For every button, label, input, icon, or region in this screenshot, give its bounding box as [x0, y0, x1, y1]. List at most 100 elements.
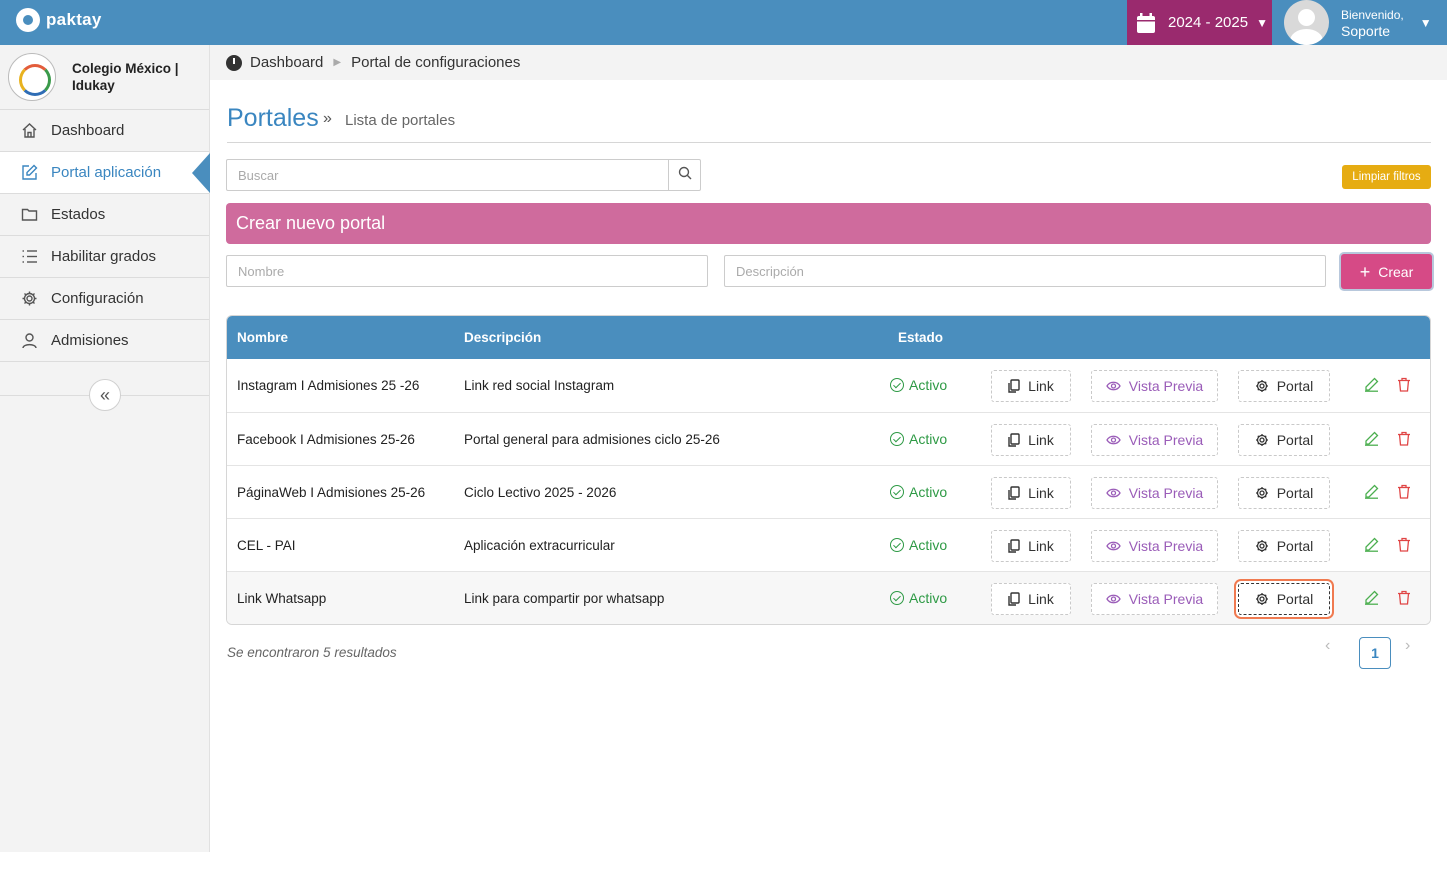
description-field[interactable]: [725, 256, 1325, 286]
header-divider: [227, 142, 1431, 143]
chevron-left-icon: ‹: [1325, 637, 1331, 654]
column-header-descripcion: Descripción: [464, 330, 542, 345]
name-field[interactable]: [227, 256, 707, 286]
status-label: Activo: [909, 484, 948, 500]
create-button-label: Crear: [1378, 263, 1414, 280]
page-1-button[interactable]: 1: [1359, 637, 1391, 669]
preview-button[interactable]: Vista Previa: [1091, 370, 1218, 402]
sidebar-item-dashboard[interactable]: Dashboard: [0, 110, 209, 152]
trash-icon[interactable]: [1397, 431, 1411, 449]
portals-table: Nombre Descripción Estado Instagram I Ad…: [226, 315, 1431, 625]
link-label: Link: [1028, 378, 1054, 394]
portal-settings-button[interactable]: Portal: [1238, 424, 1330, 456]
portal-settings-button[interactable]: Portal: [1238, 477, 1330, 509]
portal-label: Portal: [1276, 591, 1314, 607]
collapse-sidebar-button[interactable]: «: [89, 379, 121, 411]
gear-icon: [1255, 433, 1269, 447]
preview-button[interactable]: Vista Previa: [1091, 530, 1218, 562]
school-header: Colegio México | Idukay: [0, 45, 209, 110]
preview-button[interactable]: Vista Previa: [1091, 424, 1218, 456]
page-subtitle: Lista de portales: [345, 112, 456, 129]
description-field-wrapper: [724, 255, 1326, 287]
preview-label: Vista Previa: [1128, 485, 1204, 501]
trash-icon[interactable]: [1397, 484, 1411, 502]
avatar: [1284, 0, 1329, 45]
double-chevron-right-icon: »: [323, 110, 332, 127]
edit-icon[interactable]: [1364, 377, 1379, 395]
portal-name: Facebook I Admisiones 25-26: [237, 432, 415, 447]
trash-icon[interactable]: [1397, 590, 1411, 608]
caret-down-icon: ▼: [1256, 15, 1268, 30]
preview-button[interactable]: Vista Previa: [1091, 477, 1218, 509]
breadcrumb-home[interactable]: Dashboard: [250, 54, 323, 71]
trash-icon[interactable]: [1397, 377, 1411, 395]
portal-name: CEL - PAI: [237, 538, 296, 553]
eye-icon: [1106, 381, 1121, 391]
edit-icon[interactable]: [1364, 590, 1379, 608]
copy-link-button[interactable]: Link: [991, 530, 1071, 562]
create-portal-header: Crear nuevo portal: [226, 203, 1431, 244]
top-bar: paktay 2024 - 2025 ▼ Bienvenido, Soporte…: [0, 0, 1447, 45]
copy-link-button[interactable]: Link: [991, 477, 1071, 509]
edit-icon[interactable]: [1364, 537, 1379, 555]
trash-icon[interactable]: [1397, 537, 1411, 555]
preview-label: Vista Previa: [1128, 432, 1204, 448]
preview-label: Vista Previa: [1128, 591, 1204, 607]
search-button[interactable]: [668, 160, 700, 190]
greeting-text: Bienvenido,: [1341, 7, 1404, 22]
folder-icon: [20, 206, 38, 224]
preview-button[interactable]: Vista Previa: [1091, 583, 1218, 615]
preview-label: Vista Previa: [1128, 538, 1204, 554]
portal-label: Portal: [1276, 378, 1314, 394]
edit-icon[interactable]: [1364, 431, 1379, 449]
link-label: Link: [1028, 591, 1054, 607]
status-badge: Activo: [890, 537, 947, 553]
portal-label: Portal: [1276, 432, 1314, 448]
preview-label: Vista Previa: [1128, 378, 1204, 394]
caret-down-icon: ▼: [1419, 15, 1432, 30]
breadcrumb-current: Portal de configuraciones: [351, 54, 521, 71]
search-input[interactable]: [227, 160, 668, 190]
sidebar-item-admisiones[interactable]: Admisiones: [0, 320, 209, 362]
table-row: Facebook I Admisiones 25-26 Portal gener…: [227, 412, 1430, 465]
school-logo: [8, 53, 56, 101]
home-icon: [20, 122, 38, 140]
school-year-selector[interactable]: 2024 - 2025 ▼: [1127, 0, 1272, 45]
prev-page-button[interactable]: ‹: [1325, 637, 1330, 655]
copy-link-button[interactable]: Link: [991, 370, 1071, 402]
check-circle-icon: [890, 591, 904, 605]
portal-settings-button[interactable]: Portal: [1238, 370, 1330, 402]
portal-description: Aplicación extracurricular: [464, 538, 615, 553]
copy-link-button[interactable]: Link: [991, 583, 1071, 615]
name-field-wrapper: [226, 255, 708, 287]
copy-icon: [1008, 539, 1020, 553]
portal-settings-button[interactable]: Portal: [1238, 530, 1330, 562]
copy-link-button[interactable]: Link: [991, 424, 1071, 456]
sidebar-item-portal-aplicacion[interactable]: Portal aplicación: [0, 152, 210, 194]
paktay-logo-icon: [16, 8, 40, 32]
table-header: Nombre Descripción Estado: [227, 316, 1430, 359]
next-page-button[interactable]: ›: [1405, 637, 1410, 655]
portal-settings-button[interactable]: Portal: [1238, 583, 1330, 615]
create-button[interactable]: + Crear: [1341, 254, 1432, 289]
link-label: Link: [1028, 538, 1054, 554]
sidebar: Colegio México | Idukay Dashboard Portal…: [0, 45, 210, 852]
sidebar-item-estados[interactable]: Estados: [0, 194, 209, 236]
paktay-logo[interactable]: paktay: [16, 8, 102, 32]
portal-label: Portal: [1276, 538, 1314, 554]
table-row: Link Whatsapp Link para compartir por wh…: [227, 571, 1430, 624]
school-year-label: 2024 - 2025: [1168, 14, 1249, 31]
user-menu[interactable]: Bienvenido, Soporte ▼: [1284, 0, 1447, 45]
sidebar-item-habilitar-grados[interactable]: Habilitar grados: [0, 236, 209, 278]
table-row: Instagram I Admisiones 25 -26 Link red s…: [227, 359, 1430, 412]
calendar-icon: [1137, 12, 1155, 33]
search-icon: [678, 166, 692, 185]
column-header-nombre: Nombre: [237, 330, 289, 345]
sidebar-item-configuracion[interactable]: Configuración: [0, 278, 209, 320]
sidebar-item-label: Estados: [51, 206, 106, 223]
clear-filters-button[interactable]: Limpiar filtros: [1342, 165, 1431, 189]
edit-icon[interactable]: [1364, 484, 1379, 502]
page-title: Portales: [227, 104, 319, 132]
table-row: PáginaWeb I Admisiones 25-26 Ciclo Lecti…: [227, 465, 1430, 518]
copy-icon: [1008, 379, 1020, 393]
